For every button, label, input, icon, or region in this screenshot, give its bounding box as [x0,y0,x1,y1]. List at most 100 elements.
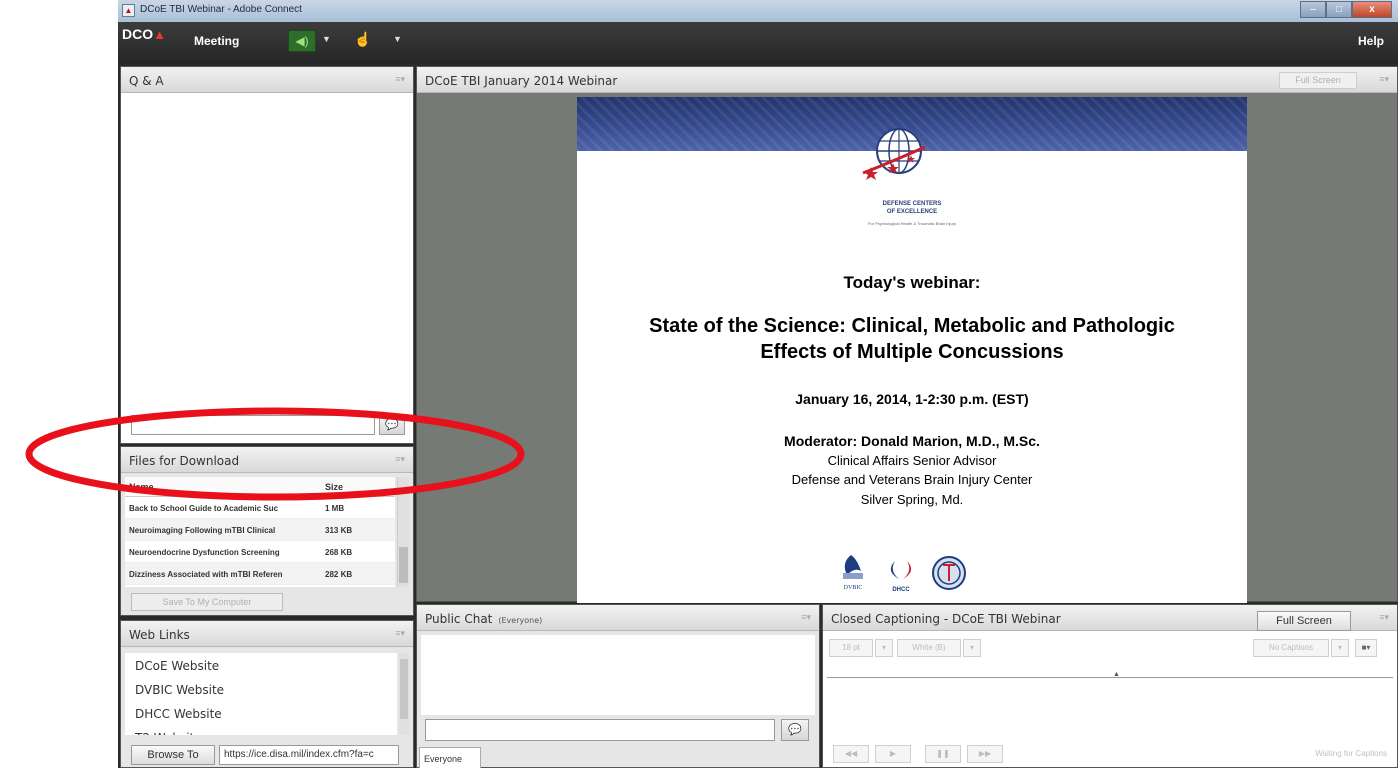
share-pod-header: DCoE TBI January 2014 Webinar Full Scree… [417,67,1397,93]
files-table: Name Size Back to School Guide to Academ… [125,477,395,587]
file-name: Neuroendocrine Dysfunction Screening [129,548,280,557]
maximize-button[interactable]: □ [1326,1,1352,18]
table-row[interactable]: Dizziness Associated with mTBI Referen 2… [125,563,395,585]
dcoe-globe-logo [862,128,926,180]
closed-captioning-pod: Closed Captioning - DCoE TBI Webinar ≡▾ … [822,604,1398,768]
file-size: 282 KB [325,570,353,579]
scrollbar-thumb[interactable] [400,659,408,719]
file-size: 313 KB [325,526,353,535]
dvbic-logo-label: DVBIC [844,585,863,591]
speech-bubble-icon: 💬 [385,419,399,431]
adobe-connect-window: ▲ DCoE TBI Webinar - Adobe Connect – □ x… [118,0,1398,768]
qa-pod-title: Q & A [129,74,164,88]
close-button[interactable]: x [1352,1,1392,18]
cc-toolbar: 18 pt ▾ White (B) ▾ No Captions ▾ ■▾ [829,639,1393,661]
cc-divider [827,677,1393,678]
chat-title: Public Chat [425,612,493,626]
pod-menu-icon[interactable]: ≡▾ [801,612,811,623]
column-name[interactable]: Name [125,477,321,496]
color-dropdown-icon[interactable]: ▾ [963,639,981,657]
speaker-icon[interactable]: ◀) [288,30,316,52]
help-menu[interactable]: Help [1358,34,1384,48]
cc-full-screen-button[interactable]: Full Screen [1257,611,1351,631]
pause-icon[interactable]: ❚❚ [925,745,961,763]
slide-title-line-2: Effects of Multiple Concussions [760,341,1064,363]
org-line-2: OF EXCELLENCE [886,209,938,215]
status-dropdown-icon[interactable]: ▼ [393,34,402,44]
chat-pod-header: Public Chat (Everyone) ≡▾ [417,605,819,631]
logo-text: DCO [122,26,154,42]
send-question-button[interactable]: 💬 [379,415,405,435]
list-item[interactable]: T2 Website [125,725,397,735]
chat-audience: (Everyone) [498,616,543,625]
slide-title-line-1: State of the Science: Clinical, Metaboli… [649,315,1175,337]
scrollbar-thumb[interactable] [399,547,408,583]
files-scrollbar[interactable] [397,477,409,587]
url-field[interactable]: https://ice.disa.mil/index.cfm?fa=c [219,745,399,765]
speaker-dropdown-icon[interactable]: ▼ [322,34,331,44]
table-row[interactable]: Back to School Guide to Academic Suc 1 M… [125,497,395,519]
caption-status: Waiting for Captions [1315,749,1387,758]
color-select[interactable]: White (B) [897,639,961,657]
table-row[interactable]: Neuroendocrine Dysfunction Screening 268… [125,541,395,563]
browse-to-button[interactable]: Browse To [131,745,215,765]
send-chat-button[interactable]: 💬 [781,719,809,741]
captioner-dropdown-icon[interactable]: ▾ [1331,639,1349,657]
window-title: DCoE TBI Webinar - Adobe Connect [140,4,302,15]
dco-logo: DCO▲ [122,26,166,44]
org-line-1: DEFENSE CENTERS [882,201,942,207]
files-pod-title: Files for Download [129,454,240,468]
list-item[interactable]: DCoE Website [125,653,397,677]
pod-menu-icon[interactable]: ≡▾ [395,454,405,465]
skip-back-icon[interactable]: ◀◀ [833,745,869,763]
web-links-pod: Web Links ≡▾ DCoE Website DVBIC Website … [120,620,414,768]
dhcc-logo-label: DHCC [892,587,910,593]
cc-pod-title: Closed Captioning - DCoE TBI Webinar [831,612,1061,626]
slide-moderator: Moderator: Donald Marion, M.D., M.Sc. [784,433,1040,449]
slide-org: Defense and Veterans Brain Injury Center [791,472,1033,487]
org-line-3: For Psychological Health & Traumatic Bra… [867,221,957,226]
full-screen-button[interactable]: Full Screen [1279,72,1357,89]
chat-input[interactable] [425,719,775,741]
captioner-select[interactable]: No Captions [1253,639,1329,657]
skip-forward-icon[interactable]: ▶▶ [967,745,1003,763]
tab-everyone[interactable]: Everyone [419,747,481,768]
save-to-computer-button[interactable]: Save To My Computer [131,593,283,611]
chat-messages [421,635,815,715]
slide-role: Clinical Affairs Senior Advisor [827,453,997,468]
question-input[interactable] [131,415,375,435]
links-scrollbar[interactable] [399,653,409,735]
table-row[interactable]: Neuroimaging Following mTBI Clinical 313… [125,519,395,541]
font-size-dropdown-icon[interactable]: ▾ [875,639,893,657]
qa-pod: Q & A ≡▾ 💬 [120,66,414,444]
menu-bar: DCO▲ Meeting ◀) ▼ ☝ ▼ Help [118,22,1398,64]
slide-intro: Today's webinar: [843,273,981,292]
meeting-menu[interactable]: Meeting [194,34,239,48]
share-pod: DCoE TBI January 2014 Webinar Full Scree… [416,66,1398,603]
minimize-button[interactable]: – [1300,1,1326,18]
slide-date: January 16, 2014, 1-2:30 p.m. (EST) [795,391,1029,407]
column-size[interactable]: Size [321,477,381,496]
pod-menu-icon[interactable]: ≡▾ [1379,74,1389,85]
web-links-list: DCoE Website DVBIC Website DHCC Website … [125,653,397,735]
app-icon: ▲ [122,4,135,17]
list-item[interactable]: DHCC Website [125,701,397,725]
cc-playback-controls: ◀◀ ▶ ❚❚ ▶▶ Waiting for Captions [833,745,1393,763]
pod-menu-icon[interactable]: ≡▾ [395,628,405,639]
presentation-slide: DEFENSE CENTERS OF EXCELLENCE For Psycho… [577,97,1247,603]
file-name: Dizziness Associated with mTBI Referen [129,570,283,579]
file-name: Neuroimaging Following mTBI Clinical [129,526,276,535]
play-icon[interactable]: ▶ [875,745,911,763]
font-size-select[interactable]: 18 pt [829,639,873,657]
share-pod-title: DCoE TBI January 2014 Webinar [425,74,618,88]
list-item[interactable]: DVBIC Website [125,677,397,701]
cc-options-icon[interactable]: ■▾ [1355,639,1377,657]
pod-menu-icon[interactable]: ≡▾ [395,74,405,85]
speech-bubble-icon: 💬 [788,724,802,736]
file-size: 1 MB [325,504,345,513]
slide-location: Silver Spring, Md. [860,492,964,507]
chat-pod-title: Public Chat (Everyone) [425,612,542,626]
pod-menu-icon[interactable]: ≡▾ [1379,612,1389,623]
raise-hand-icon[interactable]: ☝ [354,31,371,48]
files-pod: Files for Download ≡▾ Name Size Back to … [120,446,414,616]
